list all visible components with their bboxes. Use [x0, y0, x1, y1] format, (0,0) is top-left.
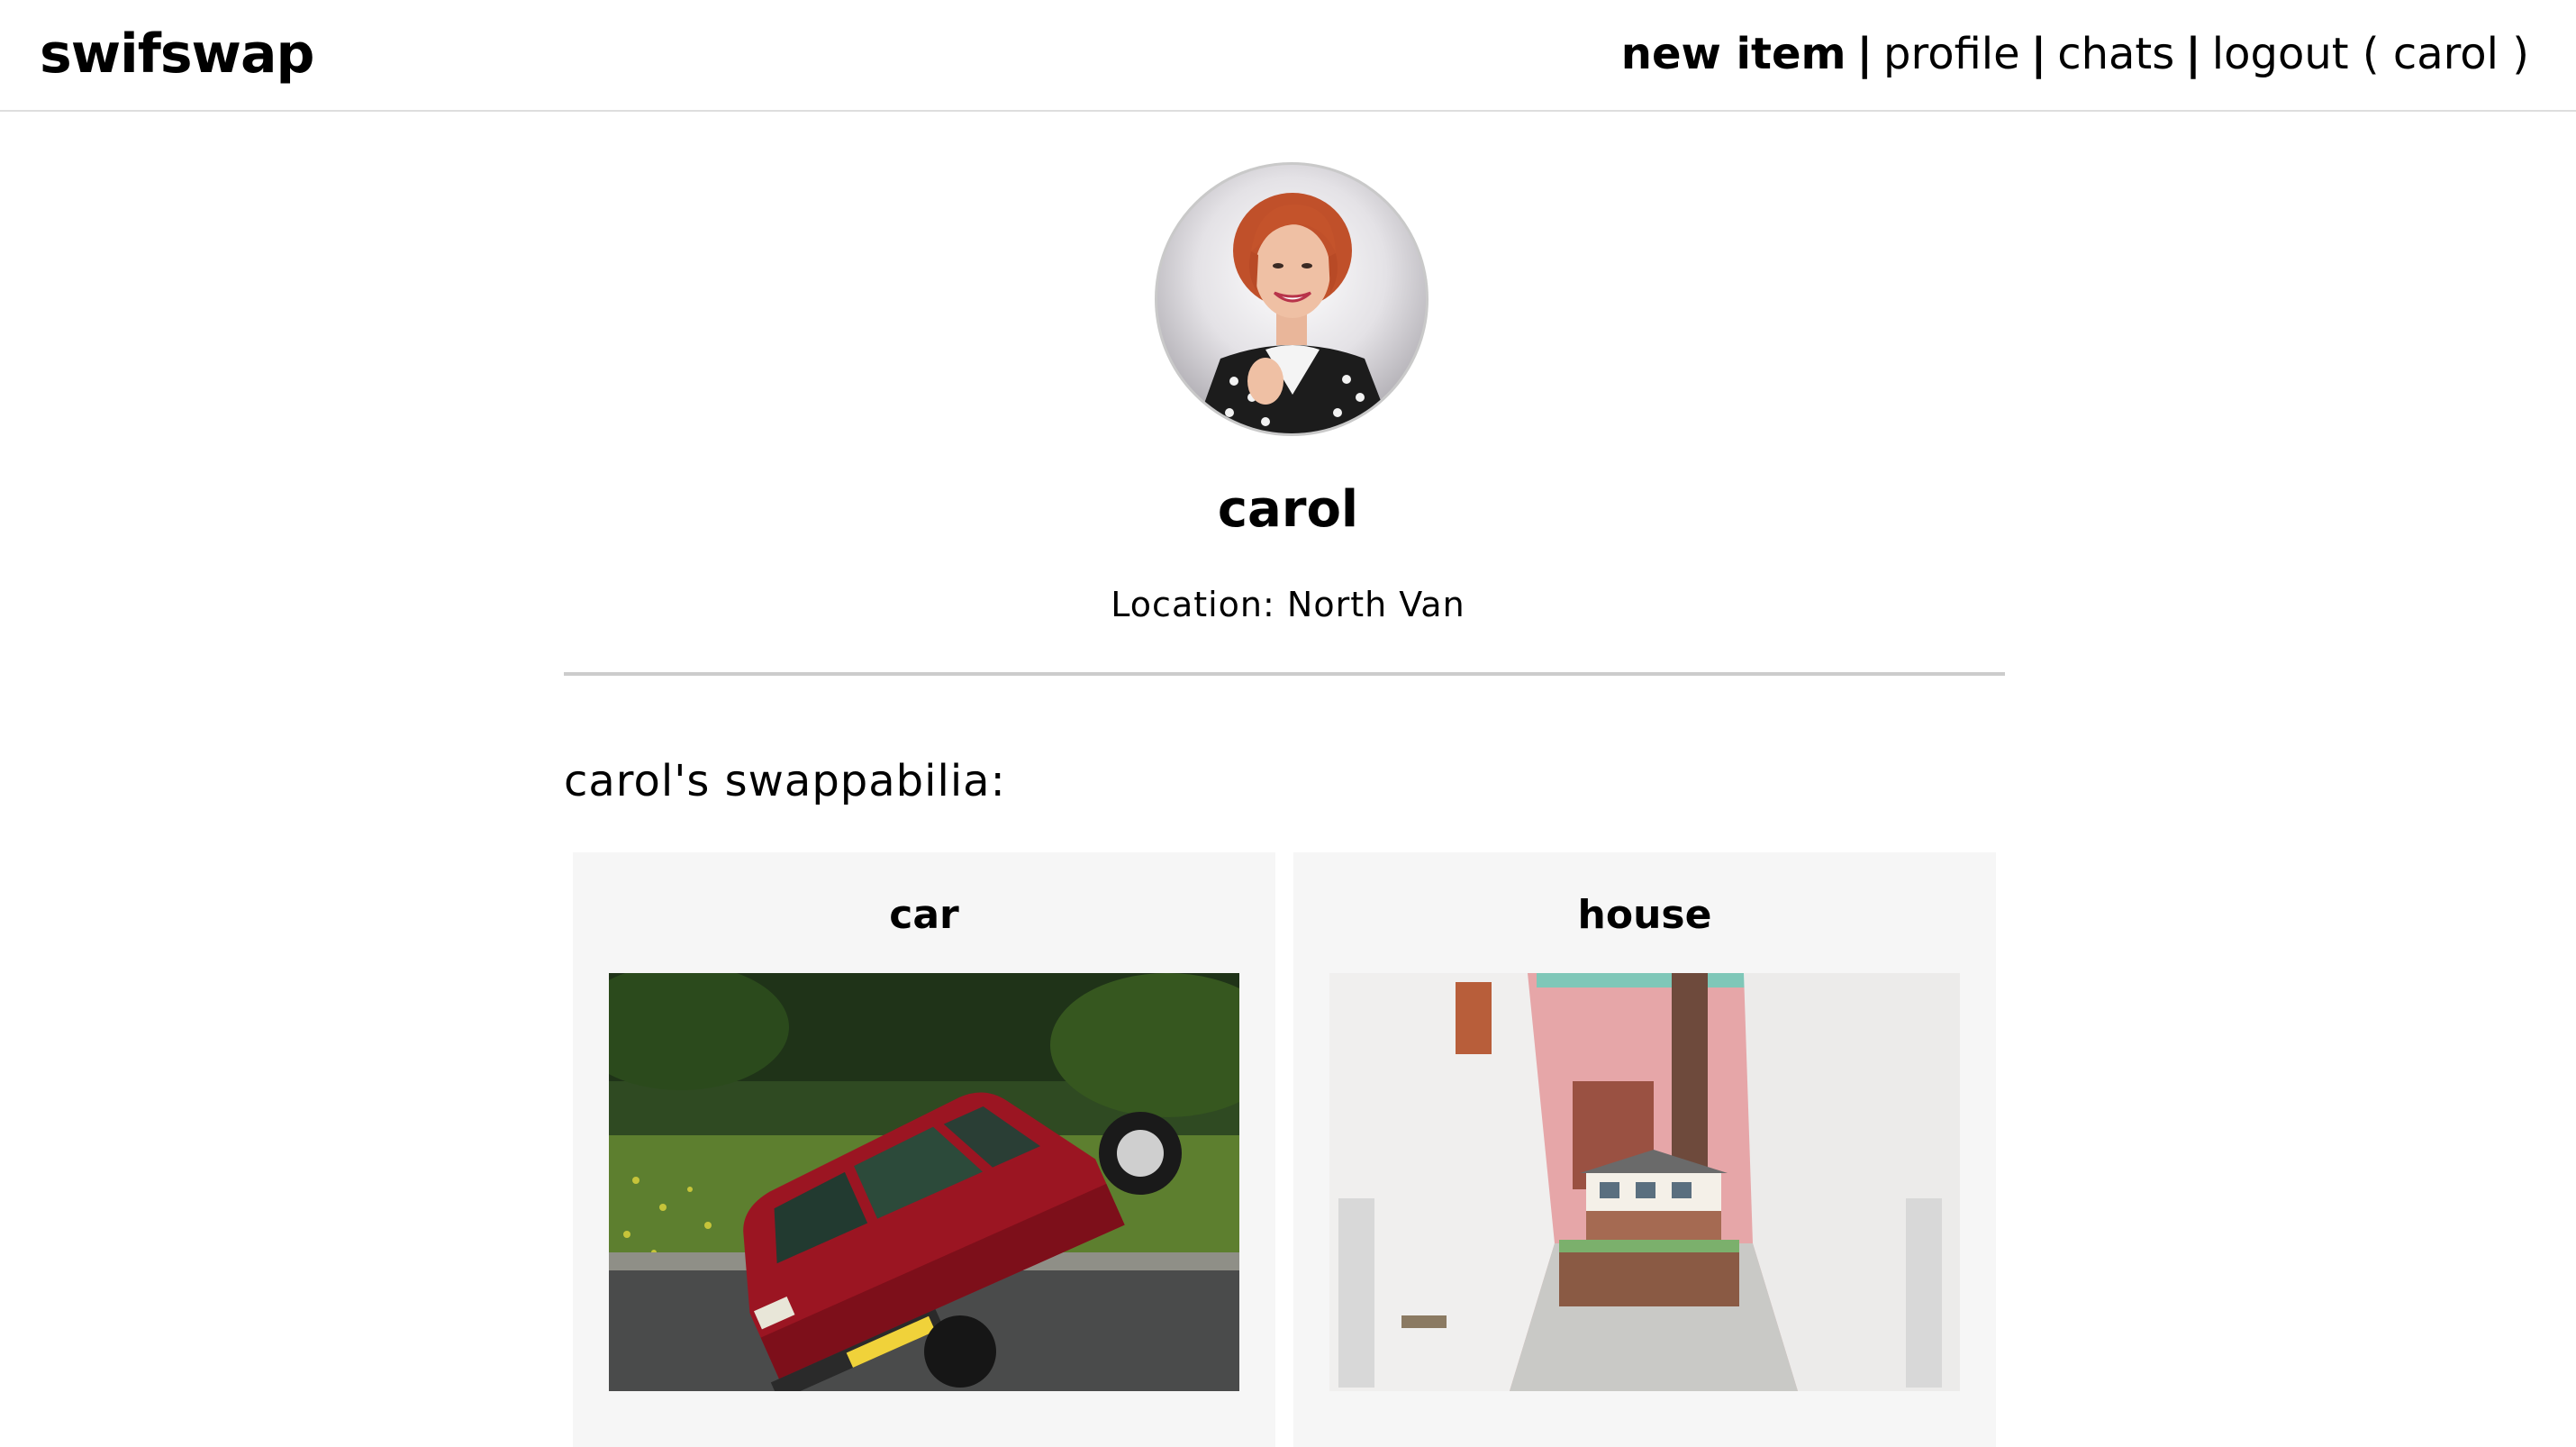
nav-separator: | — [2030, 29, 2047, 79]
nav-separator: | — [1856, 29, 1873, 79]
item-card-car[interactable]: car — [573, 852, 1275, 1447]
chats-link[interactable]: chats — [2057, 29, 2174, 79]
house-image — [1329, 973, 1960, 1391]
top-navbar: swifswap new item | profile | chats | logout (… — [0, 0, 2576, 112]
nav-links: new item | profile | chats | logout ( carol ) — [1621, 23, 2529, 85]
item-title: car — [889, 892, 959, 938]
swappabilia-heading: carol's swappabilia: — [564, 756, 1006, 806]
profile-avatar — [1155, 162, 1429, 436]
item-card-house[interactable]: house — [1293, 852, 1996, 1447]
nav-separator: | — [2185, 29, 2201, 79]
profile-link[interactable]: profile — [1883, 29, 2020, 79]
profile-username: carol — [1217, 480, 1359, 539]
car-photo[interactable] — [609, 973, 1239, 1391]
section-divider — [564, 672, 2005, 676]
brand-logo-link[interactable]: swifswap — [40, 20, 314, 88]
new-item-link[interactable]: new item — [1621, 29, 1846, 79]
house-photo[interactable] — [1329, 973, 1960, 1391]
item-title: house — [1577, 892, 1712, 938]
car-image — [609, 973, 1239, 1391]
profile-location: Location: North Van — [1111, 585, 1465, 624]
logout-link[interactable]: logout ( carol ) — [2212, 29, 2529, 79]
avatar-portrait-image — [1193, 193, 1393, 433]
